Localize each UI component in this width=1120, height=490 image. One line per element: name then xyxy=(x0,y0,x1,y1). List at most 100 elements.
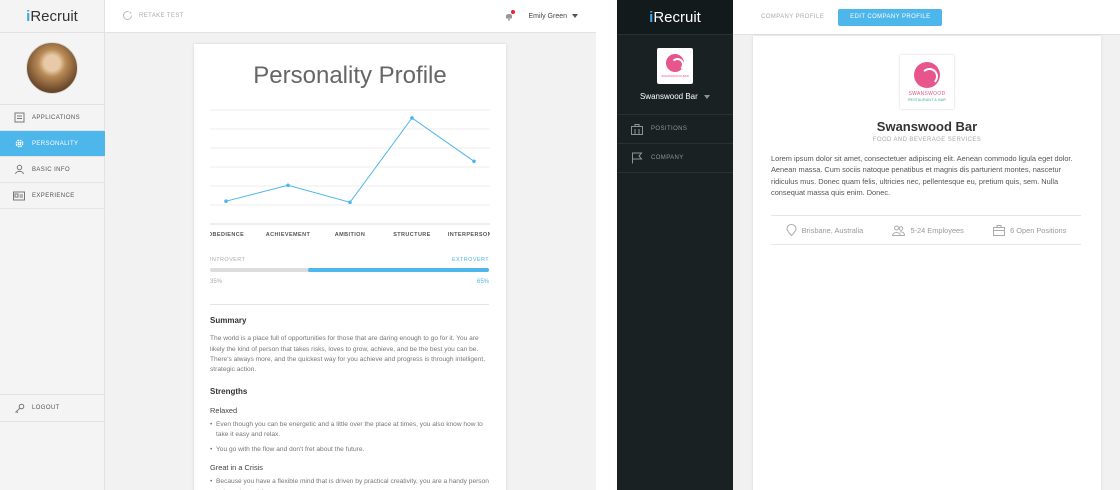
x-tick-label: ACHIEVEMENT xyxy=(266,232,311,238)
avatar[interactable] xyxy=(26,42,78,94)
gear-icon xyxy=(12,138,26,150)
series-line xyxy=(225,117,475,203)
logo-caption: SWANSWOOD BAR xyxy=(661,74,689,78)
x-tick-label: INTERPERSONAL xyxy=(448,232,490,238)
retake-test-button[interactable]: RETAKE TEST xyxy=(122,10,184,23)
x-tick-label: OBEDIENCE xyxy=(210,232,244,238)
extrovert-fill xyxy=(307,268,489,272)
company-description: Lorem ipsum dolor sit amet, consectetuer… xyxy=(771,154,1073,198)
key-icon xyxy=(12,402,26,414)
introvert-percent: 35% xyxy=(210,279,223,285)
company-stats: Brisbane, Australia 5-24 Employees 6 Ope… xyxy=(771,215,1081,245)
data-point xyxy=(410,116,414,120)
sidebar-menu: POSITIONS COMPANY xyxy=(617,114,733,173)
swan-logo-icon xyxy=(914,62,940,88)
logout-label: LOGOUT xyxy=(32,405,60,411)
sidebar-item-label: BASIC INFO xyxy=(32,166,71,173)
trait-track xyxy=(210,268,489,272)
edit-company-profile-button[interactable]: EDIT COMPANY PROFILE xyxy=(838,8,943,26)
sidebar-item-label: APPLICATIONS xyxy=(32,114,81,121)
employer-app: i Recruit SWANSWOOD BAR Swanswood Bar POS… xyxy=(617,0,1120,490)
strength-list: Because you have a flexible mind that is… xyxy=(210,477,489,490)
data-point xyxy=(224,199,228,203)
sidebar-menu: APPLICATIONS PERSONALITY BASIC INFO EXPE… xyxy=(0,104,105,209)
sidebar-item-label: PERSONALITY xyxy=(32,140,79,147)
id-card-icon xyxy=(12,190,26,202)
sidebar-item-personality[interactable]: PERSONALITY xyxy=(0,131,105,157)
sidebar: i Recruit APPLICATIONS PERSONALITY BASIC … xyxy=(0,0,105,490)
people-icon xyxy=(892,225,906,236)
strength-title: Relaxed xyxy=(210,405,238,415)
sidebar-dark: i Recruit SWANSWOOD BAR Swanswood Bar POS… xyxy=(617,0,733,490)
top-bar: COMPANY PROFILE EDIT COMPANY PROFILE xyxy=(733,0,1120,35)
logo-line2: RESTAURANT & BAR xyxy=(907,98,947,102)
user-menu[interactable]: Emily Green xyxy=(504,10,578,21)
x-tick-label: AMBITION xyxy=(335,232,365,238)
extrovert-percent: 65% xyxy=(476,279,489,285)
location-pin-icon xyxy=(786,224,797,236)
list-item: Even though you can be energetic and a l… xyxy=(210,420,489,441)
profile-body: Summary The world is a place full of opp… xyxy=(210,316,489,490)
data-point xyxy=(348,200,352,205)
bell-icon[interactable] xyxy=(504,10,516,21)
sidebar-item-basic-info[interactable]: BASIC INFO xyxy=(0,157,105,183)
company-name: Swanswood Bar xyxy=(639,92,698,101)
document-icon xyxy=(12,112,26,124)
brand-logo[interactable]: i Recruit xyxy=(617,0,733,35)
logo-text: Recruit xyxy=(30,7,78,25)
divider xyxy=(210,304,489,305)
data-point xyxy=(286,183,290,188)
company-switcher[interactable]: Swanswood Bar xyxy=(617,92,733,101)
extrovert-label: EXTROVERT xyxy=(451,257,489,263)
user-icon xyxy=(12,164,26,176)
refresh-icon xyxy=(122,10,133,23)
page-title: Personality Profile xyxy=(253,62,447,89)
company-category: FOOD AND BEVERAGE SERVICES xyxy=(872,137,982,143)
stat-positions: 6 Open Positions xyxy=(993,224,1067,236)
list-item: You go with the flow and don't fret abou… xyxy=(210,445,489,456)
briefcase-icon xyxy=(631,123,643,135)
retake-label: RETAKE TEST xyxy=(139,13,184,19)
tab-company-profile[interactable]: COMPANY PROFILE xyxy=(761,14,824,20)
chevron-down-icon xyxy=(704,92,711,101)
flag-icon xyxy=(631,152,643,164)
positions-text: 6 Open Positions xyxy=(1010,225,1067,235)
personality-chart: OBEDIENCE ACHIEVEMENT AMBITION STRUCTURE INT… xyxy=(210,109,490,238)
data-point xyxy=(472,159,476,164)
employees-text: 5-24 Employees xyxy=(910,225,964,235)
list-item: Because you have a flexible mind that is… xyxy=(210,477,489,490)
notification-dot xyxy=(511,10,516,14)
user-name: Emily Green xyxy=(528,12,567,20)
summary-text: The world is a place full of opportuniti… xyxy=(210,335,486,374)
brand-logo[interactable]: i Recruit xyxy=(0,0,104,33)
sidebar-item-label: POSITIONS xyxy=(651,126,688,132)
sidebar-item-label: COMPANY xyxy=(651,155,684,161)
briefcase-icon xyxy=(993,224,1006,236)
top-bar: RETAKE TEST Emily Green xyxy=(105,0,596,33)
logout-button[interactable]: LOGOUT xyxy=(0,394,105,422)
x-tick-label: STRUCTURE xyxy=(393,232,431,238)
logout-row: LOGOUT xyxy=(0,395,105,421)
introvert-label: INTROVERT xyxy=(210,257,246,263)
introvert-extrovert-bar: INTROVERT EXTROVERT 35% 65% xyxy=(210,257,489,285)
chevron-down-icon xyxy=(572,13,578,20)
location-text: Brisbane, Australia xyxy=(801,225,864,235)
company-logo: SWANSWOOD RESTAURANT & BAR xyxy=(900,55,954,109)
personality-card: Personality Profile OBEDIENCE ACHIEVEMENT… xyxy=(194,44,506,490)
strength-list: Even though you can be energetic and a l… xyxy=(210,420,489,455)
logo-text: Recruit xyxy=(653,8,701,26)
company-logo-small[interactable]: SWANSWOOD BAR xyxy=(657,48,693,84)
sidebar-item-label: EXPERIENCE xyxy=(32,192,75,199)
sidebar-item-experience[interactable]: EXPERIENCE xyxy=(0,183,105,209)
swan-logo-icon xyxy=(666,54,684,72)
company-profile-card: SWANSWOOD RESTAURANT & BAR Swanswood Bar… xyxy=(753,36,1101,490)
candidate-app: i Recruit APPLICATIONS PERSONALITY BASIC … xyxy=(0,0,596,490)
company-title: Swanswood Bar xyxy=(876,119,978,134)
stat-location: Brisbane, Australia xyxy=(786,224,864,236)
logo-line1: SWANSWOOD xyxy=(908,91,946,97)
strengths-heading: Strengths xyxy=(210,387,248,397)
stat-employees: 5-24 Employees xyxy=(892,225,964,236)
sidebar-item-company[interactable]: COMPANY xyxy=(617,144,733,173)
sidebar-item-applications[interactable]: APPLICATIONS xyxy=(0,105,105,131)
sidebar-item-positions[interactable]: POSITIONS xyxy=(617,115,733,144)
